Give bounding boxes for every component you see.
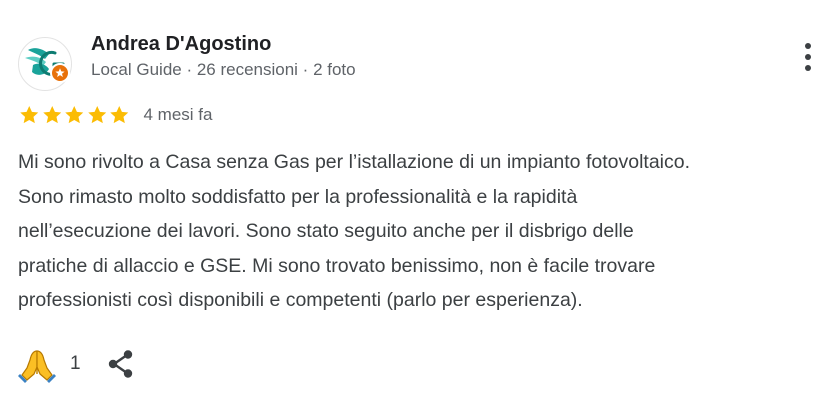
star-icon bbox=[42, 106, 61, 124]
folded-hands-icon bbox=[18, 350, 56, 383]
local-guide-badge bbox=[50, 63, 70, 83]
more-options-button[interactable] bbox=[794, 40, 822, 74]
reaction-button[interactable]: 1 bbox=[18, 346, 94, 383]
author-name[interactable]: Andrea D'Agostino bbox=[91, 33, 271, 56]
review-text-line: Sono rimasto molto soddisfatto per la pr… bbox=[18, 185, 578, 208]
review-text-line: professionisti così disponibili e compet… bbox=[18, 289, 583, 311]
rating-row: 4 mesi fa bbox=[18, 102, 212, 128]
star-rating bbox=[18, 104, 131, 126]
review-text-line: pratiche di allaccio e GSE. Mi sono trov… bbox=[18, 254, 656, 277]
star-icon bbox=[87, 106, 106, 124]
review-text: Mi sono rivolto a Casa senza Gas per l’i… bbox=[18, 145, 833, 318]
more-vert-icon-dot bbox=[805, 65, 811, 71]
review-date: 4 mesi fa bbox=[143, 105, 213, 124]
share-button[interactable] bbox=[104, 347, 138, 381]
more-vert-icon-dot bbox=[805, 54, 811, 60]
reaction-count: 1 bbox=[70, 353, 81, 374]
star-icon bbox=[20, 106, 39, 124]
star-icon bbox=[65, 106, 84, 124]
review-text-line: Mi sono rivolto a Casa senza Gas per l’i… bbox=[18, 151, 691, 173]
more-vert-icon-dot bbox=[805, 43, 811, 49]
author-meta: Local Guide · 26 recensioni · 2 foto bbox=[91, 60, 356, 79]
star-icon bbox=[110, 106, 129, 124]
review-card: Andrea D'Agostino Local Guide · 26 recen… bbox=[0, 0, 839, 409]
review-text-line: nell’esecuzione dei lavori. Sono stato s… bbox=[18, 220, 634, 242]
local-guide-star-icon bbox=[55, 68, 65, 77]
share-icon bbox=[108, 350, 133, 378]
